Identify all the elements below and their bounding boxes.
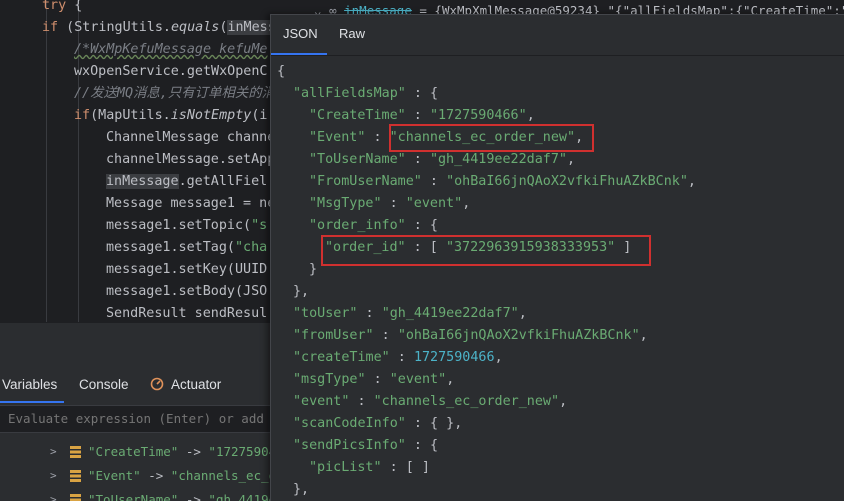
variable-row[interactable]: > "CreateTime" -> "1727590466" [0, 440, 272, 464]
chevron-right-icon[interactable]: > [50, 440, 57, 464]
json-line: }, [293, 281, 309, 303]
tab-variables[interactable]: Variables [2, 375, 57, 395]
json-line: "order_info" : { [309, 215, 438, 237]
tab-raw[interactable]: Raw [339, 23, 365, 45]
code-line[interactable]: ChannelMessage channe [106, 127, 275, 149]
json-line: "MsgType" : "event", [309, 193, 470, 215]
json-line: }, [293, 479, 309, 501]
evaluate-expression-input[interactable] [8, 406, 272, 432]
chevron-right-icon[interactable]: > [50, 464, 57, 488]
debug-tool-window: Variables Console Actuator > "CreateTime… [0, 322, 272, 501]
variable-value: "1727590466" [208, 444, 272, 459]
json-line: "createTime" : 1727590466, [293, 347, 503, 369]
json-viewer-popup[interactable]: JSON Raw { "allFieldsMap" : { "CreateTim… [270, 14, 844, 501]
json-line: "toUser" : "gh_4419ee22daf7", [293, 303, 527, 325]
code-line[interactable]: message1.setTopic("s [106, 215, 267, 237]
highlight-box-event [389, 124, 594, 152]
variable-row[interactable]: > "Event" -> "channels_ec_order_new" [0, 464, 272, 488]
code-line[interactable]: if(MapUtils.isNotEmpty(i [74, 105, 268, 127]
code-line[interactable]: message1.setTag("cha [106, 237, 267, 259]
variable-key: "Event" [88, 468, 141, 483]
variable-value: "channels_ec_order_new" [171, 468, 272, 483]
arrow-text: -> [141, 468, 171, 483]
chevron-right-icon[interactable]: > [50, 488, 57, 501]
code-line[interactable]: /*WxMpKefuMessage kefuMe [74, 39, 267, 61]
variable-key: "CreateTime" [88, 444, 178, 459]
code-line[interactable]: inMessage.getAllFiel [106, 171, 267, 193]
json-line: "fromUser" : "ohBaI66jnQAoX2vfkiFhuAZkBC… [293, 325, 648, 347]
code-line[interactable]: message1.setKey(UUID [106, 259, 267, 281]
highlight-box-order-id [321, 235, 651, 266]
json-line: "ToUserName" : "gh_4419ee22daf7", [309, 149, 575, 171]
tab-actuator[interactable]: Actuator [171, 375, 221, 395]
debug-toolbar [0, 323, 272, 369]
json-tree[interactable]: { "allFieldsMap" : { "CreateTime" : "172… [271, 56, 844, 501]
map-entry-icon [70, 470, 81, 482]
code-line[interactable]: if (StringUtils.equals(inMess [42, 17, 276, 39]
code-line[interactable]: wxOpenService.getWxOpenC [74, 61, 267, 83]
indent-guide [46, 0, 47, 322]
arrow-text: -> [178, 444, 208, 459]
code-line[interactable]: Message message1 = ne [106, 193, 275, 215]
code-line[interactable]: SendResult sendResul [106, 303, 267, 322]
active-tab-indicator [271, 53, 327, 55]
code-line[interactable]: try { [42, 0, 82, 17]
variable-row[interactable]: > "ToUserName" -> "gh_4419ee22daf7" [0, 488, 272, 501]
json-line: { [277, 61, 285, 83]
json-line: "allFieldsMap" : { [293, 83, 438, 105]
code-line[interactable]: //发送MQ消息,只有订单相关的消 [74, 83, 275, 105]
json-line: "event" : "channels_ec_order_new", [293, 391, 567, 413]
popup-tab-bar: JSON Raw [271, 15, 844, 56]
json-line: } [309, 259, 317, 281]
json-line: "msgType" : "event", [293, 369, 454, 391]
json-line: "scanCodeInfo" : { }, [293, 413, 462, 435]
json-line: "FromUserName" : "ohBaI66jnQAoX2vfkiFhuA… [309, 171, 696, 193]
code-line[interactable]: channelMessage.setApp [106, 149, 275, 171]
actuator-icon [150, 377, 164, 391]
code-line[interactable]: message1.setBody(JSO [106, 281, 267, 303]
json-line: "sendPicsInfo" : { [293, 435, 438, 457]
json-line: "picList" : [ ] [309, 457, 430, 479]
tab-json[interactable]: JSON [283, 23, 318, 45]
active-tab-indicator [0, 401, 64, 403]
tab-console[interactable]: Console [79, 375, 129, 395]
evaluate-expression-bar [0, 405, 272, 433]
map-entry-icon [70, 446, 81, 458]
